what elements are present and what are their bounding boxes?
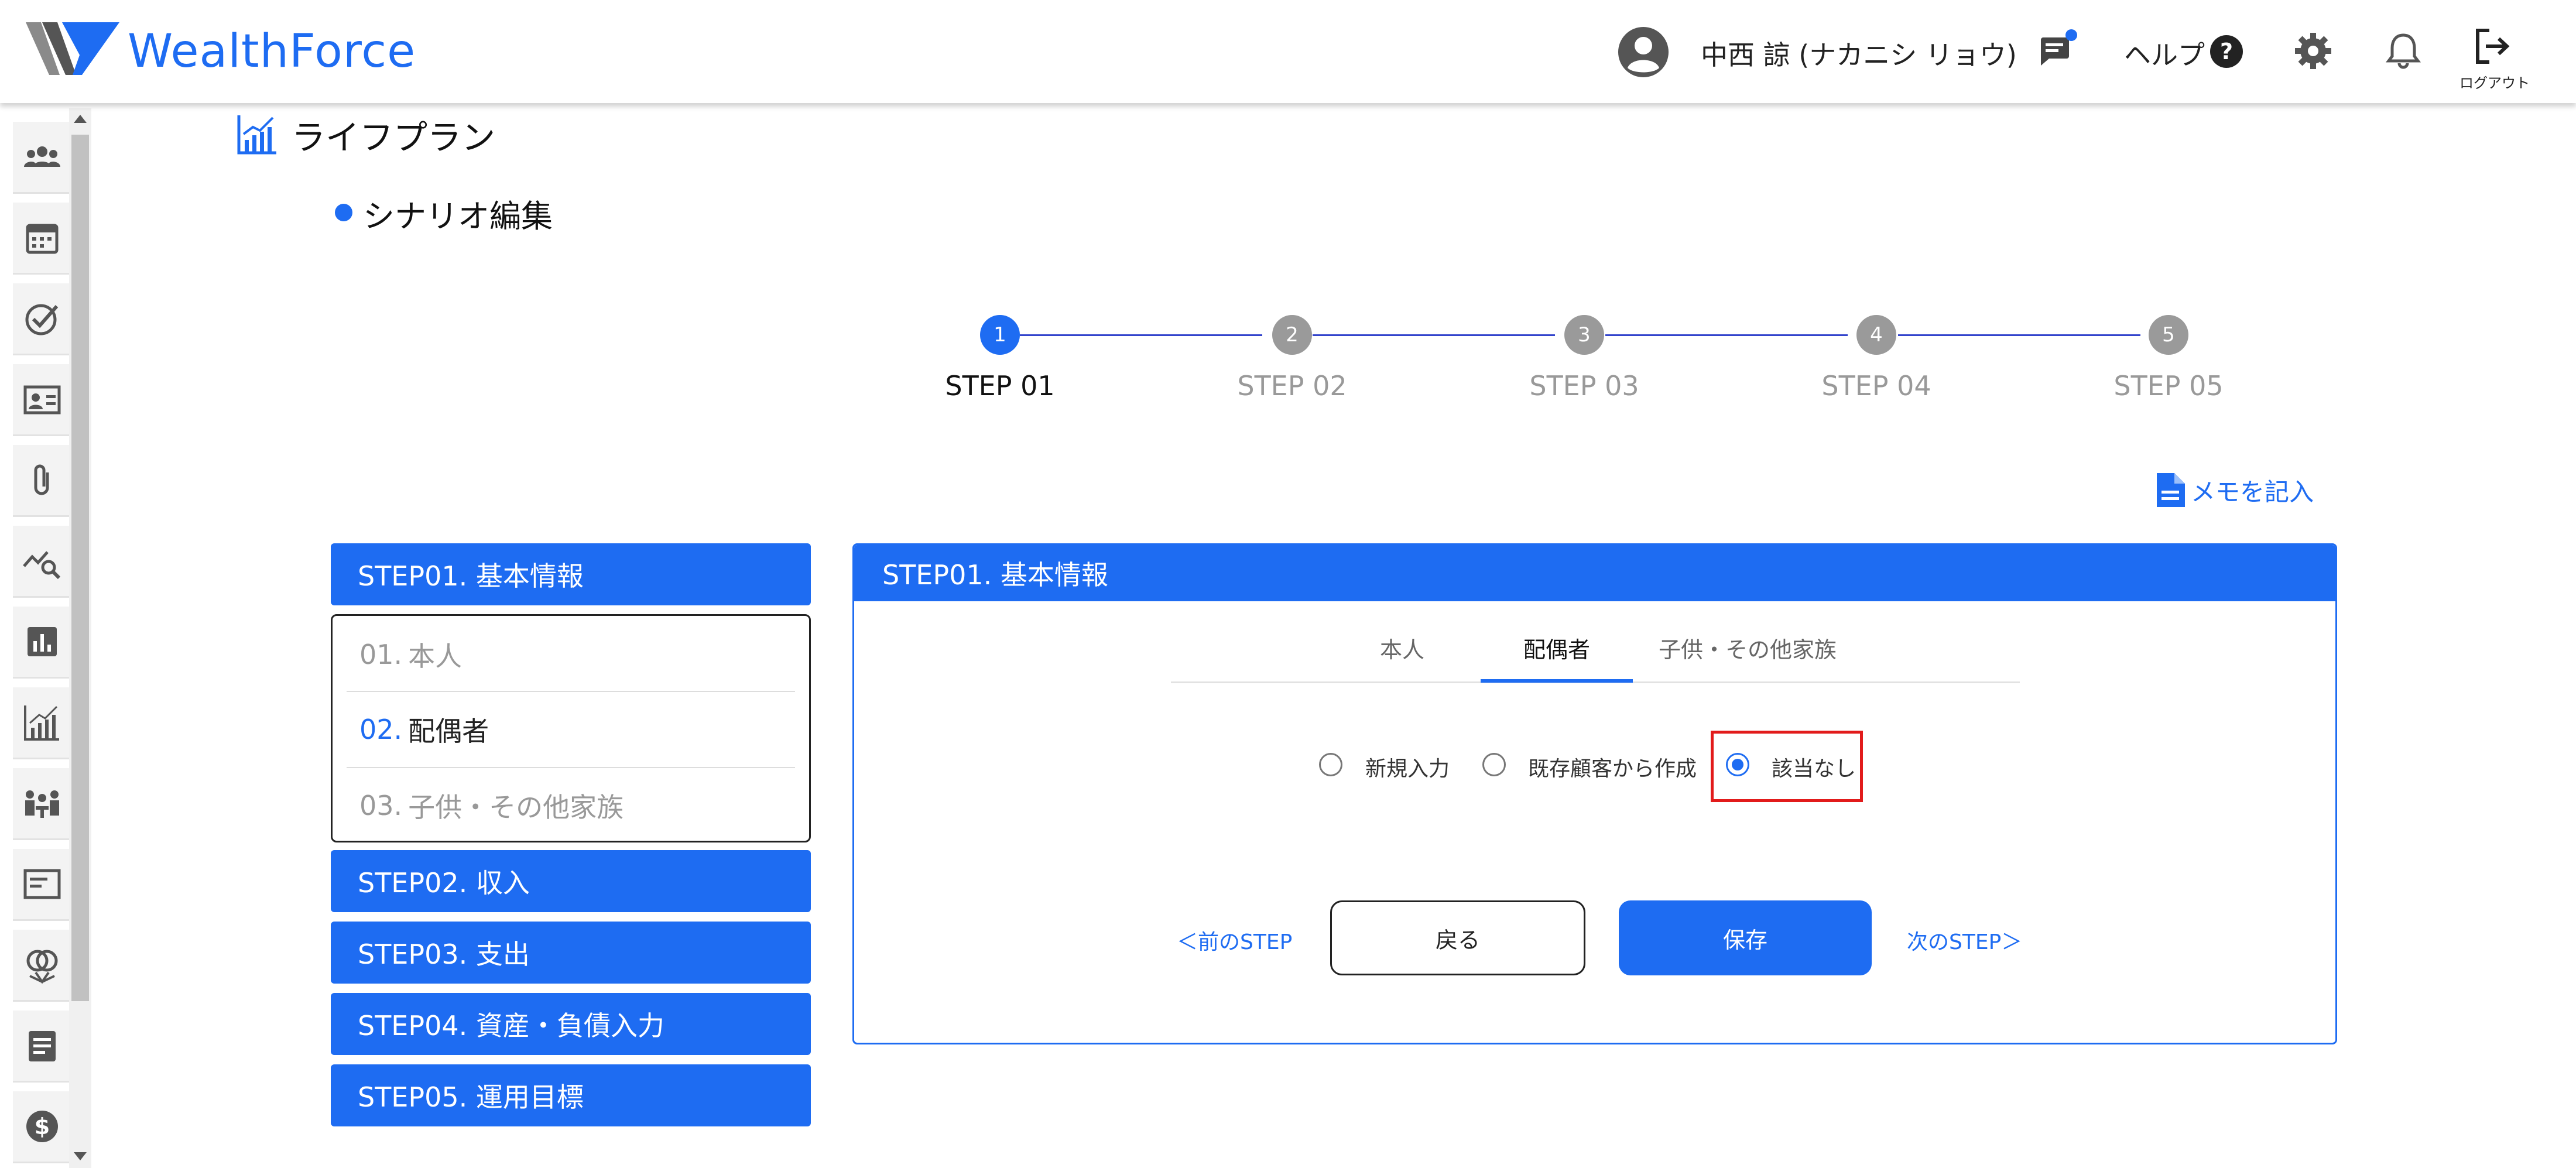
page-title: ライフプラン: [292, 118, 496, 157]
nav-step01[interactable]: STEP01. 基本情報: [331, 543, 811, 605]
scroll-down-arrow-icon[interactable]: [74, 1152, 87, 1160]
step-1-label: STEP 01: [945, 370, 1055, 402]
rings-icon: [26, 950, 58, 984]
tab-honnin[interactable]: 本人: [1364, 615, 1440, 680]
document-icon: [29, 1031, 56, 1061]
subnav-item-children[interactable]: 03. 子供・その他家族: [347, 768, 795, 843]
rail-chart-search-icon[interactable]: [13, 526, 71, 598]
rail-people-icon[interactable]: [13, 122, 71, 194]
sidebar-scroll-thumb[interactable]: [71, 135, 89, 1001]
step-connector: [1313, 334, 1555, 336]
chat-notification-icon[interactable]: [2037, 29, 2078, 70]
subnav-label: 子供・その他家族: [408, 792, 624, 823]
logo[interactable]: WealthForce: [26, 22, 416, 81]
logout-icon[interactable]: [2472, 26, 2513, 67]
tab-active-indicator: [1481, 679, 1633, 683]
next-step-link[interactable]: 次のSTEP＞: [1907, 925, 2022, 955]
radio-existing-client[interactable]: [1482, 753, 1506, 776]
paperclip-icon: [34, 464, 49, 495]
back-button[interactable]: 戻る: [1330, 900, 1585, 975]
selection-highlight-box: [1711, 731, 1863, 802]
rail-calendar-icon[interactable]: [13, 203, 71, 275]
nav-step02[interactable]: STEP02. 収入: [331, 850, 811, 912]
radio-label-existing-client[interactable]: 既存顧客から作成: [1528, 752, 1697, 782]
step-connector: [1605, 334, 1848, 336]
save-button[interactable]: 保存: [1619, 900, 1872, 975]
meeting-icon: [25, 790, 59, 818]
gear-icon[interactable]: [2293, 30, 2334, 71]
rail-dollar-icon[interactable]: $: [13, 1091, 71, 1163]
memo-button[interactable]: メモを記入: [2154, 472, 2314, 508]
rail-check-icon[interactable]: [13, 283, 71, 355]
nav-step05[interactable]: STEP05. 運用目標: [331, 1064, 811, 1126]
subnav-label: 本人: [408, 640, 463, 672]
bar-chart-icon: [28, 627, 57, 656]
step-1-circle[interactable]: 1: [980, 315, 1020, 355]
calendar-icon: [26, 224, 59, 254]
nav-step04[interactable]: STEP04. 資産・負債入力: [331, 993, 811, 1055]
memo-document-icon: [2157, 473, 2185, 507]
help-label[interactable]: ヘルプ: [2124, 34, 2205, 73]
subnav-num: 01.: [359, 639, 403, 670]
chart-search-icon: [23, 551, 61, 580]
subnav-label: 配偶者: [408, 715, 489, 747]
subnav-num: 03.: [359, 790, 403, 821]
section-title: シナリオ編集: [363, 198, 553, 235]
radio-new-entry[interactable]: [1319, 753, 1342, 776]
user-name[interactable]: 中西 諒 (ナカニシ リョウ): [1701, 34, 2017, 73]
id-card-icon: [23, 385, 61, 415]
prev-step-link[interactable]: ＜前のSTEP: [1177, 925, 1292, 955]
logout-label[interactable]: ログアウト: [2459, 71, 2530, 92]
rail-meeting-icon[interactable]: [13, 768, 71, 840]
step-4-label: STEP 04: [1821, 370, 1931, 402]
step-5-circle[interactable]: 5: [2149, 315, 2188, 355]
wealthforce-logo-icon: [26, 22, 119, 75]
step-4-circle[interactable]: 4: [1856, 315, 1896, 355]
step01-subnav: 01. 本人 02. 配偶者 03. 子供・その他家族: [331, 614, 811, 842]
rail-card-icon[interactable]: [13, 849, 71, 921]
step-2-circle[interactable]: 2: [1272, 315, 1312, 355]
rail-bar-chart-icon[interactable]: [13, 607, 71, 679]
subnav-item-honnin[interactable]: 01. 本人: [347, 617, 795, 692]
step-connector: [1020, 334, 1262, 336]
card-icon: [23, 869, 61, 899]
svg-text:$: $: [35, 1114, 50, 1139]
people-icon: [24, 146, 60, 167]
bell-icon[interactable]: [2383, 30, 2424, 71]
memo-label: メモを記入: [2191, 477, 2314, 506]
subnav-num: 02.: [359, 714, 403, 745]
rail-growth-icon[interactable]: [13, 687, 71, 759]
help-icon[interactable]: ?: [2209, 34, 2244, 69]
logo-text: WealthForce: [128, 25, 416, 78]
step-3-label: STEP 03: [1529, 370, 1639, 402]
dollar-icon: $: [26, 1111, 58, 1142]
tab-children[interactable]: 子供・その他家族: [1651, 615, 1844, 680]
rail-idcard-icon[interactable]: [13, 364, 71, 436]
tab-spouse[interactable]: 配偶者: [1481, 615, 1633, 680]
step-2-label: STEP 02: [1237, 370, 1347, 402]
section-bullet: [335, 204, 352, 221]
scroll-up-arrow-icon[interactable]: [74, 115, 87, 123]
check-circle-icon: [25, 304, 59, 335]
nav-step03[interactable]: STEP03. 支出: [331, 922, 811, 984]
svg-text:?: ?: [2220, 39, 2233, 64]
subnav-item-spouse[interactable]: 02. 配偶者: [347, 692, 795, 767]
top-header: WealthForce 中西 諒 (ナカニシ リョウ) ヘルプ ? ログアウト: [0, 0, 2576, 103]
step-5-label: STEP 05: [2113, 370, 2224, 402]
user-avatar-icon[interactable]: [1617, 26, 1670, 78]
lifeplan-chart-icon: [237, 115, 276, 155]
radio-label-new-entry[interactable]: 新規入力: [1365, 752, 1450, 782]
step-connector: [1898, 334, 2140, 336]
rail-rings-icon[interactable]: [13, 930, 71, 1002]
rail-document-icon[interactable]: [13, 1011, 71, 1083]
rail-paperclip-icon[interactable]: [13, 445, 71, 517]
growth-chart-icon: [24, 705, 59, 741]
step-3-circle[interactable]: 3: [1564, 315, 1604, 355]
panel-title: STEP01. 基本情報: [854, 545, 2335, 601]
